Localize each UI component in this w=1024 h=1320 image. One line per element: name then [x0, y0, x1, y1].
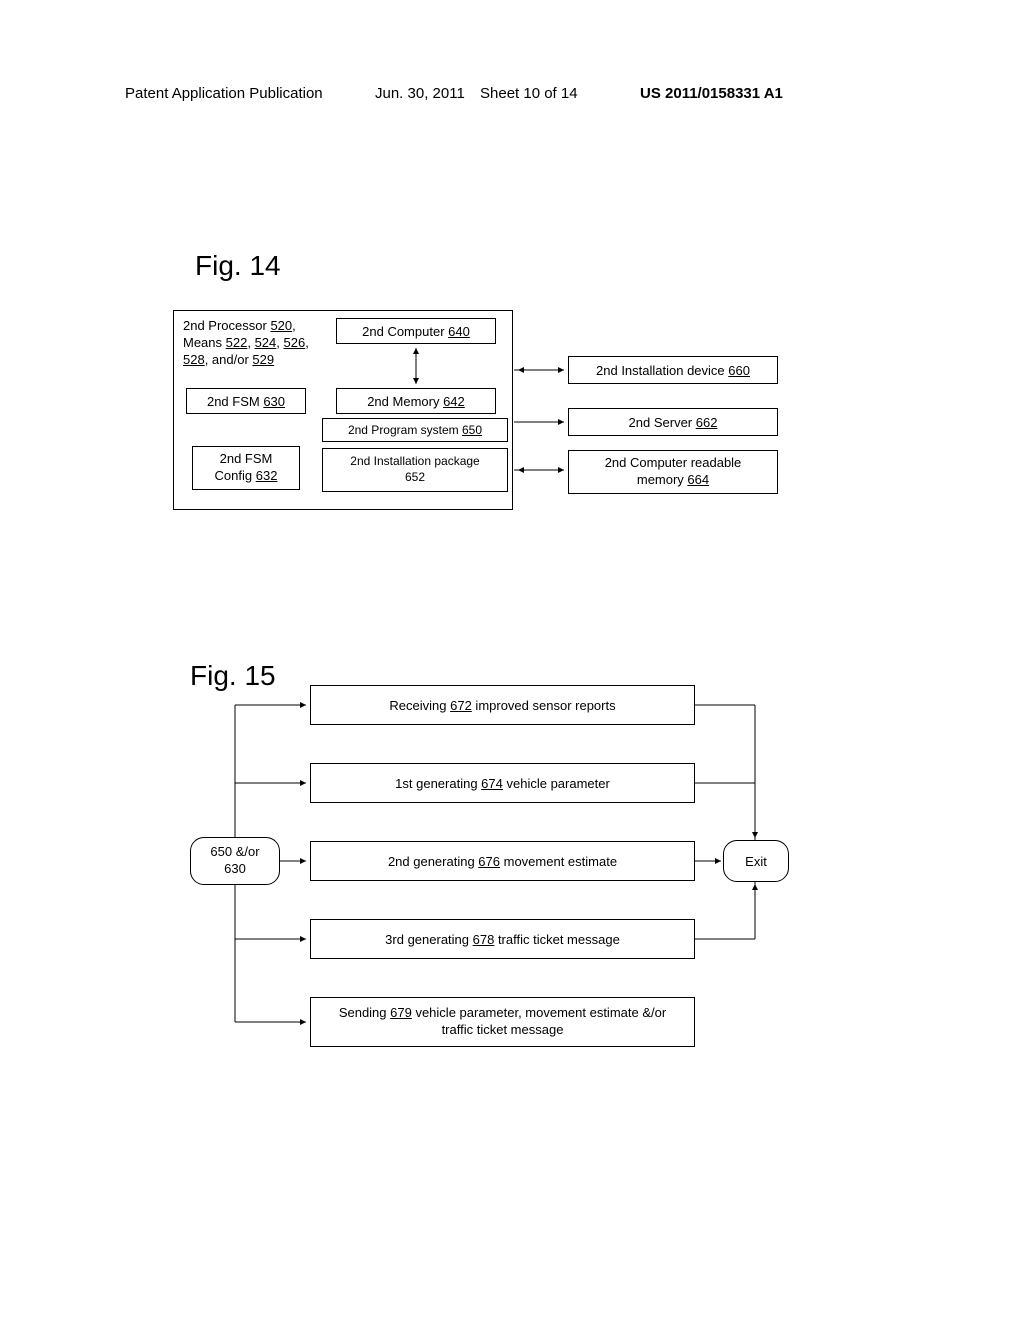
second-memory-box: 2nd Memory 642 [336, 388, 496, 414]
header-left: Patent Application Publication [125, 85, 323, 102]
header-date: Jun. 30, 2011 [375, 85, 465, 102]
flow-step-receiving: Receiving 672 improved sensor reports [310, 685, 695, 725]
flow-step-1st-gen: 1st generating 674 vehicle parameter [310, 763, 695, 803]
flow-exit: Exit [723, 840, 789, 882]
flow-step-2nd-gen: 2nd generating 676 movement estimate [310, 841, 695, 881]
fig14-title: Fig. 14 [195, 250, 281, 282]
processor-label: 2nd Processor 520, Means 522, 524, 526, … [183, 318, 333, 369]
second-crm-box: 2nd Computer readablememory 664 [568, 450, 778, 494]
fig15-title: Fig. 15 [190, 660, 276, 692]
flow-step-3rd-gen: 3rd generating 678 traffic ticket messag… [310, 919, 695, 959]
flow-start: 650 &/or630 [190, 837, 280, 885]
second-install-pkg-box: 2nd Installation package652 [322, 448, 508, 492]
second-fsm-box: 2nd FSM 630 [186, 388, 306, 414]
second-program-system-box: 2nd Program system 650 [322, 418, 508, 442]
second-server-box: 2nd Server 662 [568, 408, 778, 436]
connectors [0, 0, 1024, 1320]
header-pubno: US 2011/0158331 A1 [640, 85, 783, 102]
second-install-device-box: 2nd Installation device 660 [568, 356, 778, 384]
flow-step-sending: Sending 679 vehicle parameter, movement … [310, 997, 695, 1047]
second-computer-box: 2nd Computer 640 [336, 318, 496, 344]
header-sheet: Sheet 10 of 14 [480, 85, 578, 102]
second-fsm-config-box: 2nd FSMConfig 632 [192, 446, 300, 490]
